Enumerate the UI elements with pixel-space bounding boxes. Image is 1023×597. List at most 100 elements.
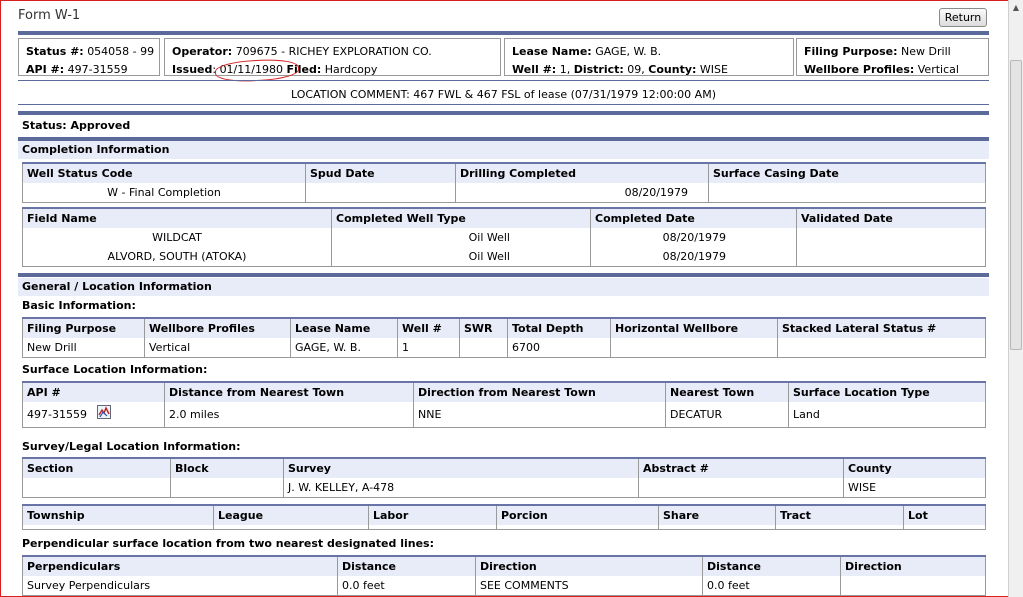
- col-township: Township: [22, 504, 214, 525]
- lease-label: Lease Name:: [512, 45, 592, 58]
- table-row: 497-31559 2.0 miles NNE DECATUR Land: [22, 402, 986, 428]
- col-distance-1: Distance: [337, 555, 476, 576]
- cell-block: [170, 478, 284, 498]
- scroll-up-arrow-icon[interactable]: ▲: [1009, 0, 1023, 15]
- col-nearest-town: Nearest Town: [665, 381, 789, 402]
- divider-summary: [18, 80, 989, 81]
- col-completed-date: Completed Date: [590, 207, 797, 228]
- survey-legal-table: Section Block Survey Abstract # County J…: [22, 457, 986, 498]
- cell-distance-2: 0.0 feet: [702, 576, 841, 596]
- cell-validated-date: [796, 247, 986, 267]
- cell-lease-name: GAGE, W. B.: [290, 338, 398, 358]
- divider-top: [18, 31, 989, 35]
- table-row: W - Final Completion 08/20/1979: [22, 183, 986, 203]
- table-row: New Drill Vertical GAGE, W. B. 1 6700: [22, 338, 986, 358]
- col-distance-2: Distance: [702, 555, 841, 576]
- vertical-scrollbar[interactable]: ▲: [1008, 0, 1023, 597]
- col-lease-name: Lease Name: [290, 317, 398, 338]
- col-block: Block: [170, 457, 284, 478]
- cell-drilling-completed: 08/20/1979: [455, 183, 709, 203]
- col-direction-nearest-town: Direction from Nearest Town: [413, 381, 666, 402]
- col-surface-location-type: Surface Location Type: [788, 381, 986, 402]
- table-row: ALVORD, SOUTH (ATOKA) Oil Well 08/20/197…: [22, 247, 986, 267]
- cell-stacked-lateral-status: [777, 338, 986, 358]
- table-row: WILDCAT Oil Well 08/20/1979: [22, 228, 986, 247]
- filing-purpose-label: Filing Purpose:: [804, 45, 898, 58]
- table-row: [22, 525, 986, 530]
- api-value: 497-31559: [67, 63, 128, 76]
- lease-value: GAGE, W. B.: [595, 45, 662, 58]
- cell-field-name: WILDCAT: [22, 228, 332, 247]
- surface-location-table: API # Distance from Nearest Town Directi…: [22, 381, 986, 428]
- col-league: League: [213, 504, 369, 525]
- col-surface-casing-date: Surface Casing Date: [708, 162, 986, 183]
- county-label: County:: [648, 63, 697, 76]
- location-comment: LOCATION COMMENT: 467 FWL & 467 FSL of l…: [291, 88, 716, 101]
- col-porcion: Porcion: [496, 504, 659, 525]
- col-perpendiculars: Perpendiculars: [22, 555, 338, 576]
- col-validated-date: Validated Date: [796, 207, 986, 228]
- completion-status-table: Well Status Code Spud Date Drilling Comp…: [22, 162, 986, 203]
- col-survey: Survey: [283, 457, 639, 478]
- filing-box: Filing Purpose: New Drill Wellbore Profi…: [796, 38, 989, 76]
- cell-wellbore-profiles: Vertical: [144, 338, 291, 358]
- col-labor: Labor: [368, 504, 497, 525]
- perpendicular-table: Perpendiculars Distance Direction Distan…: [22, 555, 986, 596]
- table-row: J. W. KELLEY, A-478 WISE: [22, 478, 986, 498]
- col-stacked-lateral-status: Stacked Lateral Status #: [777, 317, 986, 338]
- status-no-value: 054058 - 99: [87, 45, 155, 58]
- col-horizontal-wellbore: Horizontal Wellbore: [610, 317, 778, 338]
- district-label: District:: [573, 63, 624, 76]
- cell-abstract-no: [638, 478, 844, 498]
- col-direction-2: Direction: [840, 555, 986, 576]
- cell-direction-nearest-town: NNE: [413, 402, 666, 428]
- surface-location-title: Surface Location Information:: [22, 363, 208, 376]
- status-no-label: Status #:: [26, 45, 84, 58]
- divider-general: [18, 273, 989, 277]
- cell-perpendiculars: Survey Perpendiculars: [22, 576, 338, 596]
- county-value: WISE: [699, 63, 728, 76]
- col-drilling-completed: Drilling Completed: [455, 162, 709, 183]
- col-field-name: Field Name: [22, 207, 332, 228]
- col-filing-purpose: Filing Purpose: [22, 317, 145, 338]
- perpendicular-title: Perpendicular surface location from two …: [22, 537, 434, 550]
- cell-completed-well-type: Oil Well: [331, 247, 591, 267]
- status-approved: Status: Approved: [22, 119, 131, 132]
- col-lot: Lot: [903, 504, 986, 525]
- cell-spud-date: [305, 183, 456, 203]
- col-well-no: Well #: [397, 317, 460, 338]
- col-distance-nearest-town: Distance from Nearest Town: [164, 381, 414, 402]
- form-title: Form W-1: [18, 8, 81, 23]
- divider-status: [18, 111, 989, 115]
- cell-field-name: ALVORD, SOUTH (ATOKA): [22, 247, 332, 267]
- well-label: Well #:: [512, 63, 557, 76]
- return-button[interactable]: Return: [939, 8, 987, 27]
- cell-api-no: 497-31559: [22, 402, 165, 428]
- cell-swr: [459, 338, 508, 358]
- issued-label: Issued: [172, 63, 213, 76]
- cell-surface-casing-date: [708, 183, 986, 203]
- col-share: Share: [658, 504, 776, 525]
- map-icon[interactable]: [96, 404, 111, 419]
- cell-filing-purpose: New Drill: [22, 338, 145, 358]
- basic-info-table: Filing Purpose Wellbore Profiles Lease N…: [22, 317, 986, 358]
- cell-section: [22, 478, 171, 498]
- col-total-depth: Total Depth: [507, 317, 611, 338]
- cell-surface-location-type: Land: [788, 402, 986, 428]
- table-row: Survey Perpendiculars 0.0 feet SEE COMME…: [22, 576, 986, 596]
- wellbore-value: Vertical: [917, 63, 959, 76]
- col-api-no: API #: [22, 381, 165, 402]
- scrollbar-thumb[interactable]: [1010, 60, 1022, 350]
- page-content: Form W-1 Return Status #: 054058 - 99 AP…: [0, 0, 1005, 597]
- district-value: 09: [627, 63, 642, 76]
- completion-section-title: Completion Information: [18, 141, 989, 159]
- col-tract: Tract: [775, 504, 904, 525]
- well-value: 1: [559, 63, 567, 76]
- operator-box: Operator: 709675 - RICHEY EXPLORATION CO…: [164, 38, 501, 76]
- township-table: Township League Labor Porcion Share Trac…: [22, 504, 986, 530]
- divider-comment: [18, 104, 989, 105]
- col-swr: SWR: [459, 317, 508, 338]
- col-abstract-no: Abstract #: [638, 457, 844, 478]
- col-section: Section: [22, 457, 171, 478]
- api-label: API #:: [26, 63, 65, 76]
